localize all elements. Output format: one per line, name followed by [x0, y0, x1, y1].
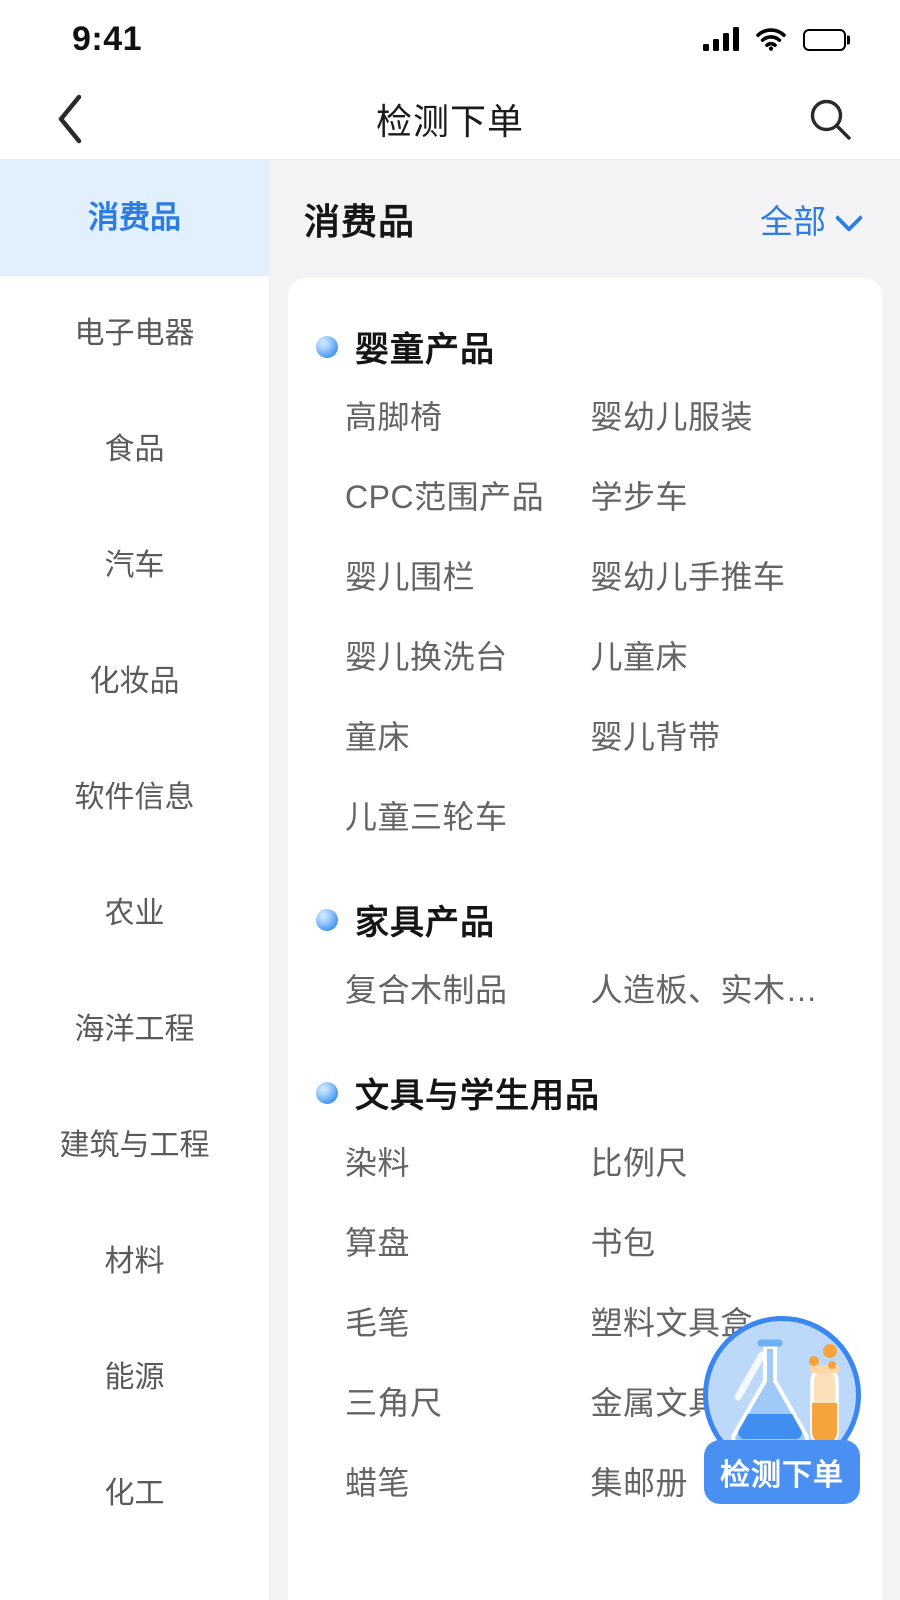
sidebar-item-label: 能源: [104, 1361, 165, 1394]
sidebar-item-marine[interactable]: 海洋工程: [0, 972, 269, 1088]
sidebar-item-label: 食品: [104, 433, 165, 466]
sidebar-item-label: 软件信息: [74, 781, 195, 814]
category-item[interactable]: 学步车: [591, 455, 837, 535]
bullet-dot-icon: [316, 335, 338, 358]
group-header: 家具产品: [316, 881, 836, 948]
category-item[interactable]: CPC范围产品: [345, 455, 591, 535]
status-time: 9:41: [72, 19, 143, 58]
category-item[interactable]: 比例尺: [591, 1121, 837, 1201]
category-item[interactable]: 高脚椅: [345, 375, 591, 455]
category-item[interactable]: 婴幼儿手推车: [591, 535, 837, 615]
sidebar-item-label: 材料: [104, 1245, 165, 1278]
phone-screen: 9:41 检测下单 消费品 电子电器 食品 汽车 化妆品 软件信息 农业 海洋工…: [0, 0, 900, 1600]
bullet-dot-icon: [316, 908, 338, 931]
category-item[interactable]: 婴幼儿服装: [591, 375, 837, 455]
sidebar-item-label: 化妆品: [89, 665, 180, 698]
category-item[interactable]: 复合木制品: [345, 948, 591, 1028]
sidebar-item-agriculture[interactable]: 农业: [0, 856, 269, 972]
filter-label: 全部: [760, 203, 826, 240]
category-item[interactable]: 童床: [345, 695, 591, 775]
category-item[interactable]: 毛笔: [345, 1281, 591, 1361]
group-header: 文具与学生用品: [316, 1054, 836, 1121]
sidebar-item-construction[interactable]: 建筑与工程: [0, 1088, 269, 1204]
category-item[interactable]: 儿童三轮车: [345, 775, 591, 855]
category-item[interactable]: 三角尺: [345, 1361, 591, 1441]
category-sidebar[interactable]: 消费品 电子电器 食品 汽车 化妆品 软件信息 农业 海洋工程 建筑与工程 材料…: [0, 160, 270, 1600]
sidebar-item-electronics[interactable]: 电子电器: [0, 276, 269, 392]
category-item[interactable]: 算盘: [345, 1201, 591, 1281]
battery-icon: [803, 29, 846, 51]
sidebar-item-label: 农业: [104, 897, 165, 930]
group-furniture-products: 家具产品 复合木制品 人造板、实木…: [288, 881, 882, 1028]
category-item[interactable]: 婴儿背带: [591, 695, 837, 775]
category-item[interactable]: 书包: [591, 1201, 837, 1281]
page-title: 检测下单: [375, 100, 524, 142]
sidebar-item-label: 汽车: [104, 549, 165, 582]
category-item[interactable]: 婴儿换洗台: [345, 615, 591, 695]
category-item[interactable]: 蜡笔: [345, 1441, 591, 1521]
sidebar-item-food[interactable]: 食品: [0, 392, 269, 508]
filter-dropdown[interactable]: 全部: [760, 195, 860, 243]
sidebar-item-chemical[interactable]: 化工: [0, 1436, 269, 1552]
sidebar-item-materials[interactable]: 材料: [0, 1204, 269, 1320]
sidebar-item-label: 海洋工程: [74, 1013, 195, 1046]
signal-icon: [703, 27, 739, 51]
status-icons: [703, 27, 846, 51]
nav-bar: 检测下单: [0, 78, 900, 160]
test-order-fab[interactable]: 检测下单: [698, 1316, 866, 1504]
category-item[interactable]: 儿童床: [591, 615, 837, 695]
fab-label[interactable]: 检测下单: [704, 1440, 860, 1504]
content-header: 消费品 全部: [270, 160, 900, 278]
content-title: 消费品: [304, 201, 416, 242]
group-title: 家具产品: [355, 904, 495, 942]
group-header: 婴童产品: [316, 308, 836, 375]
sidebar-item-energy[interactable]: 能源: [0, 1320, 269, 1436]
sidebar-item-label: 建筑与工程: [59, 1129, 210, 1162]
sidebar-item-consumer-goods[interactable]: 消费品: [0, 160, 269, 276]
category-item-empty: [591, 775, 837, 855]
sidebar-item-label: 消费品: [88, 200, 181, 236]
search-icon: [810, 99, 851, 140]
category-item[interactable]: 人造板、实木…: [591, 948, 837, 1028]
group-title: 文具与学生用品: [355, 1077, 600, 1115]
chevron-down-icon: [838, 208, 860, 230]
sidebar-item-automotive[interactable]: 汽车: [0, 508, 269, 624]
group-title: 婴童产品: [355, 331, 495, 369]
group-baby-products: 婴童产品 高脚椅 婴幼儿服装 CPC范围产品 学步车 婴儿围栏 婴幼儿手推车 婴…: [288, 308, 882, 855]
category-item[interactable]: 染料: [345, 1121, 591, 1201]
category-item[interactable]: 婴儿围栏: [345, 535, 591, 615]
wifi-icon: [756, 27, 786, 51]
bullet-dot-icon: [316, 1081, 338, 1104]
group-items-grid[interactable]: 复合木制品 人造板、实木…: [316, 948, 836, 1028]
sidebar-item-software[interactable]: 软件信息: [0, 740, 269, 856]
search-button[interactable]: [800, 89, 860, 149]
sidebar-item-cosmetics[interactable]: 化妆品: [0, 624, 269, 740]
group-items-grid[interactable]: 高脚椅 婴幼儿服装 CPC范围产品 学步车 婴儿围栏 婴幼儿手推车 婴儿换洗台 …: [316, 375, 836, 855]
status-bar: 9:41: [0, 0, 900, 78]
sidebar-item-label: 电子电器: [74, 317, 195, 350]
sidebar-item-label: 化工: [104, 1477, 165, 1510]
